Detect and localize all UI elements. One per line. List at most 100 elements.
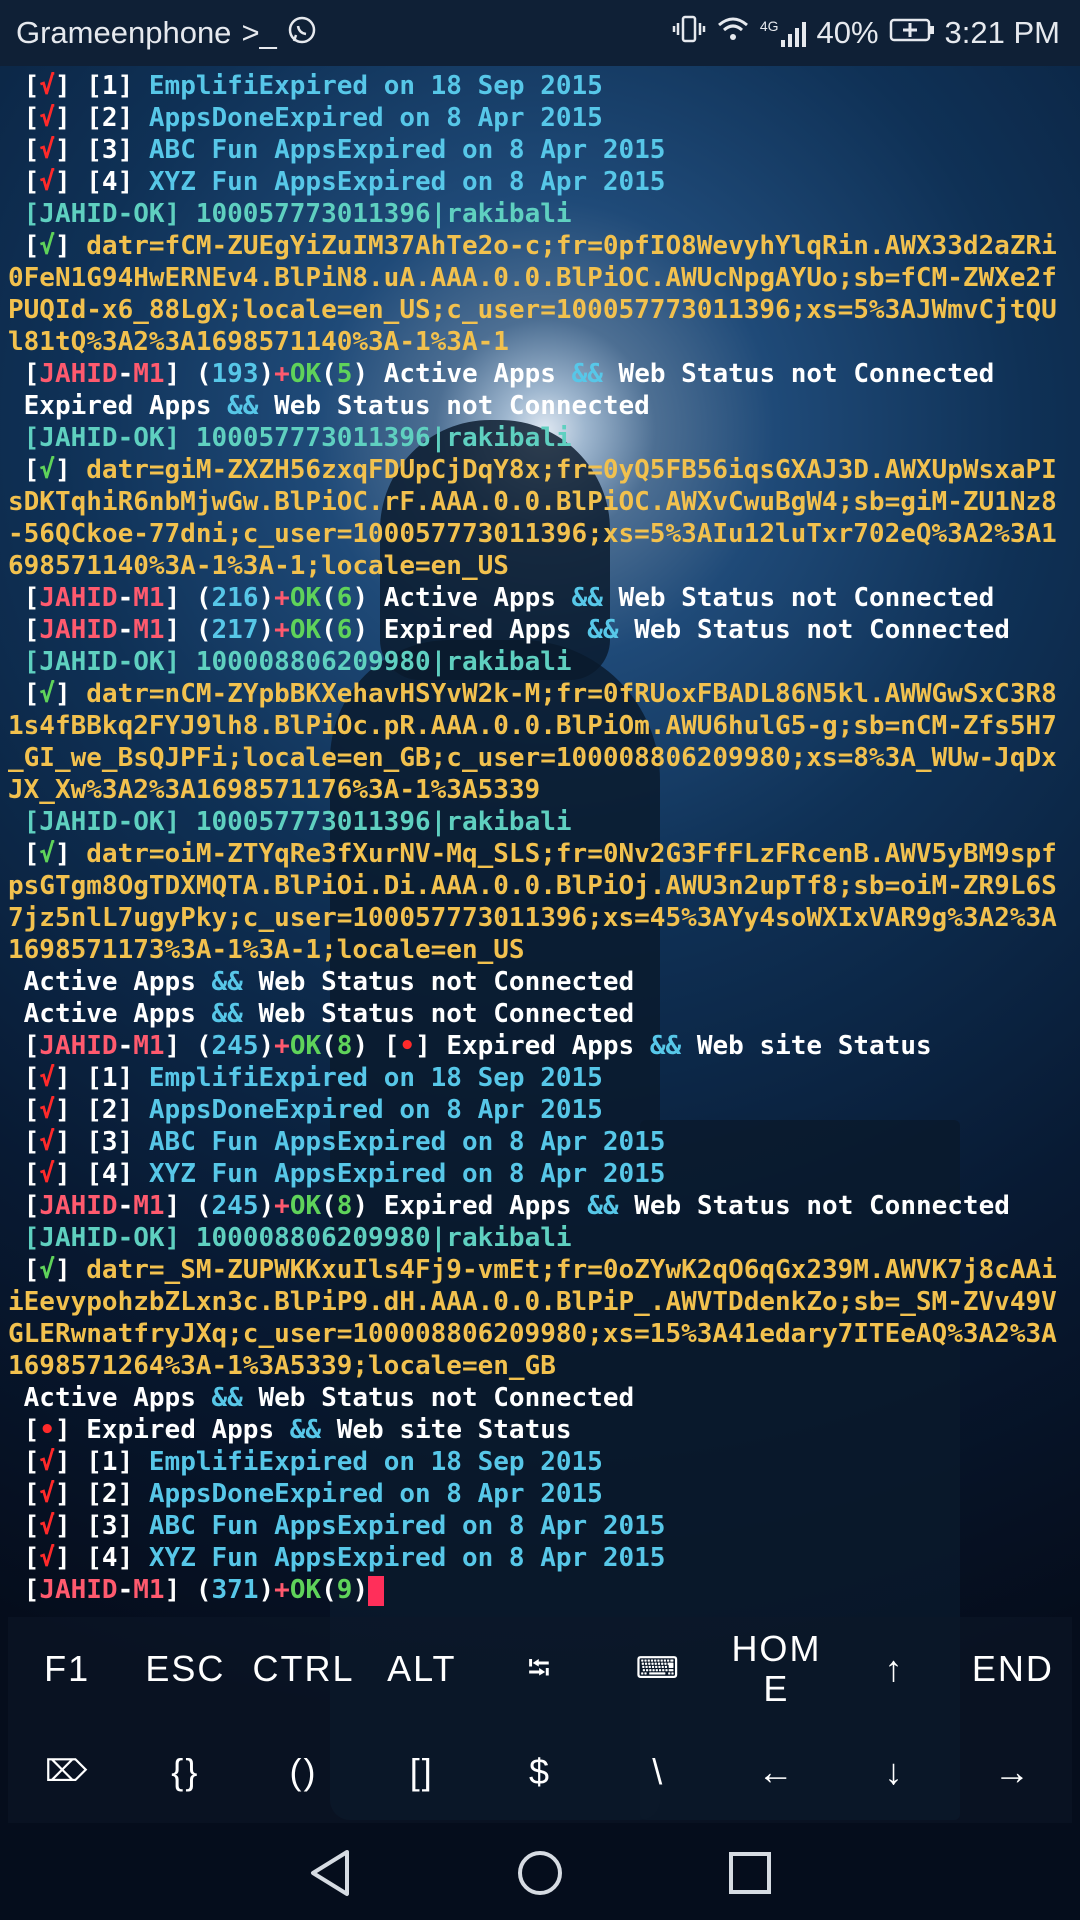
- terminal-text: EmplifiExpired on 18 Sep 2015: [148, 1063, 603, 1093]
- terminal-text: +: [274, 1191, 290, 1221]
- terminal-text: ] [4]: [54, 1543, 149, 1573]
- delete-icon[interactable]: ⌦: [8, 1720, 126, 1823]
- terminal-line: [√] [3] ABC Fun AppsExpired on 8 Apr 201…: [8, 134, 1072, 166]
- terminal-text: 8: [336, 1031, 353, 1061]
- terminal-text: ] (: [164, 359, 212, 389]
- terminal-text: +: [274, 583, 290, 613]
- keyboard-icon[interactable]: ⌨: [599, 1617, 717, 1720]
- terminal-text: 8: [336, 1191, 353, 1221]
- terminal-text: ) Active Apps: [352, 359, 572, 389]
- battery-charging-icon: [889, 15, 935, 51]
- terminal-text: [: [8, 679, 40, 709]
- key-backslash[interactable]: \: [599, 1720, 717, 1823]
- terminal-text: ): [258, 1575, 275, 1605]
- terminal-line: [√] [1] EmplifiExpired on 18 Sep 2015: [8, 1446, 1072, 1478]
- terminal-line: [JAHID-M1] (217)+OK(6) Expired Apps && W…: [8, 614, 1072, 646]
- terminal-text: &&: [211, 1383, 243, 1413]
- terminal-text: &&: [211, 999, 243, 1029]
- terminal-text: Active Apps: [8, 967, 212, 997]
- recents-icon[interactable]: [720, 1843, 780, 1903]
- arrow-down-icon[interactable]: ↓: [836, 1720, 954, 1823]
- terminal-text: ] [4]: [54, 1159, 149, 1189]
- terminal-line: [√] [3] ABC Fun AppsExpired on 8 Apr 201…: [8, 1126, 1072, 1158]
- arrow-left-icon[interactable]: ←: [717, 1720, 835, 1823]
- terminal-text: ] (: [164, 615, 212, 645]
- key-ctrl[interactable]: CTRL: [244, 1617, 362, 1720]
- terminal-line: [JAHID-M1] (245)+OK(8) [•] Expired Apps …: [8, 1030, 1072, 1062]
- terminal-text: √: [39, 1255, 55, 1285]
- terminal-text: M1: [133, 359, 165, 389]
- terminal-line: [JAHID-M1] (371)+OK(9): [8, 1574, 1072, 1606]
- arrow-right-icon[interactable]: →: [954, 1720, 1072, 1823]
- terminal-text: Web site Status: [321, 1415, 572, 1445]
- tab-icon[interactable]: ⭾: [481, 1617, 599, 1720]
- terminal-text: JAHID: [39, 583, 118, 613]
- terminal-text: √: [39, 1447, 55, 1477]
- terminal-text: JAHID: [39, 1575, 118, 1605]
- terminal-text: √: [39, 167, 55, 197]
- key-esc[interactable]: ESC: [126, 1617, 244, 1720]
- terminal-text: [JAHID-OK] 100057773011396|rakibali: [8, 199, 572, 229]
- terminal-text: -: [117, 359, 134, 389]
- terminal-line: [√] datr=_SM-ZUPWKKxuIls4Fj9-vmEt;fr=0oZ…: [8, 1254, 1072, 1382]
- terminal-text: •: [399, 1031, 416, 1061]
- terminal-text: √: [39, 231, 55, 261]
- terminal-text: 5: [336, 359, 353, 389]
- terminal-text: √: [39, 839, 55, 869]
- terminal-text: [: [8, 1543, 40, 1573]
- key-dollar[interactable]: $: [481, 1720, 599, 1823]
- terminal-text: 217: [211, 615, 259, 645]
- terminal-text: +: [274, 359, 290, 389]
- extra-keys-bar: F1 ESC CTRL ALT ⭾ ⌨ HOME ↑ END ⌦ {} () […: [8, 1617, 1072, 1823]
- key-braces[interactable]: {}: [126, 1720, 244, 1823]
- terminal-text: &&: [571, 359, 603, 389]
- terminal-text: ] (: [164, 1031, 212, 1061]
- key-end[interactable]: END: [954, 1617, 1072, 1720]
- arrow-up-icon[interactable]: ↑: [836, 1617, 954, 1720]
- terminal-text: √: [39, 1095, 55, 1125]
- terminal-text: datr=fCM-ZUEgYiZuIM37AhTe2o-c;fr=0pfIO8W…: [8, 231, 1057, 357]
- terminal-text: 245: [211, 1191, 259, 1221]
- terminal-text: [: [8, 1575, 40, 1605]
- terminal-text: Web Status not Connected: [258, 391, 650, 421]
- terminal-text: 216: [211, 583, 259, 613]
- terminal-text: Web Status not Connected: [242, 999, 635, 1029]
- terminal-text: √: [39, 1543, 55, 1573]
- wifi-icon: [716, 14, 750, 52]
- terminal-text: Web Status not Connected: [618, 615, 1010, 645]
- terminal-text: ] Expired Apps: [415, 1031, 650, 1061]
- key-f1[interactable]: F1: [8, 1617, 126, 1720]
- terminal-text: [: [8, 71, 40, 101]
- key-alt[interactable]: ALT: [363, 1617, 481, 1720]
- key-home[interactable]: HOME: [731, 1628, 821, 1709]
- terminal-text: OK: [289, 359, 322, 389]
- home-icon[interactable]: [510, 1843, 570, 1903]
- key-parens[interactable]: (): [244, 1720, 362, 1823]
- terminal-output[interactable]: [√] [1] EmplifiExpired on 18 Sep 2015 [√…: [8, 70, 1072, 1606]
- terminal-text: ] (: [164, 1575, 212, 1605]
- terminal-text: +: [274, 615, 290, 645]
- terminal-text: OK: [289, 1575, 322, 1605]
- terminal-text: &&: [587, 615, 619, 645]
- terminal-text: -: [117, 1575, 134, 1605]
- terminal-text: √: [39, 1063, 55, 1093]
- terminal-text: ): [258, 1191, 275, 1221]
- terminal-text: EmplifiExpired on 18 Sep 2015: [148, 1447, 603, 1477]
- terminal-text: AppsDoneExpired on 8 Apr 2015: [148, 1095, 603, 1125]
- terminal-text: (: [321, 615, 337, 645]
- terminal-text: (: [321, 583, 337, 613]
- carrier-label: Grameenphone: [16, 15, 232, 50]
- terminal-text: 245: [211, 1031, 259, 1061]
- terminal-text: [: [8, 1479, 40, 1509]
- terminal-text: 6: [336, 583, 353, 613]
- terminal-text: [: [8, 135, 40, 165]
- terminal-text: [: [8, 615, 40, 645]
- key-brackets[interactable]: []: [363, 1720, 481, 1823]
- back-icon[interactable]: [300, 1843, 360, 1903]
- terminal-text: ] [1]: [54, 1447, 149, 1477]
- terminal-text: √: [39, 679, 55, 709]
- terminal-text: Web Status not Connected: [602, 359, 995, 389]
- terminal-text: ] [1]: [54, 1063, 149, 1093]
- terminal-text: Web site Status: [681, 1031, 932, 1061]
- terminal-text: [: [8, 839, 40, 869]
